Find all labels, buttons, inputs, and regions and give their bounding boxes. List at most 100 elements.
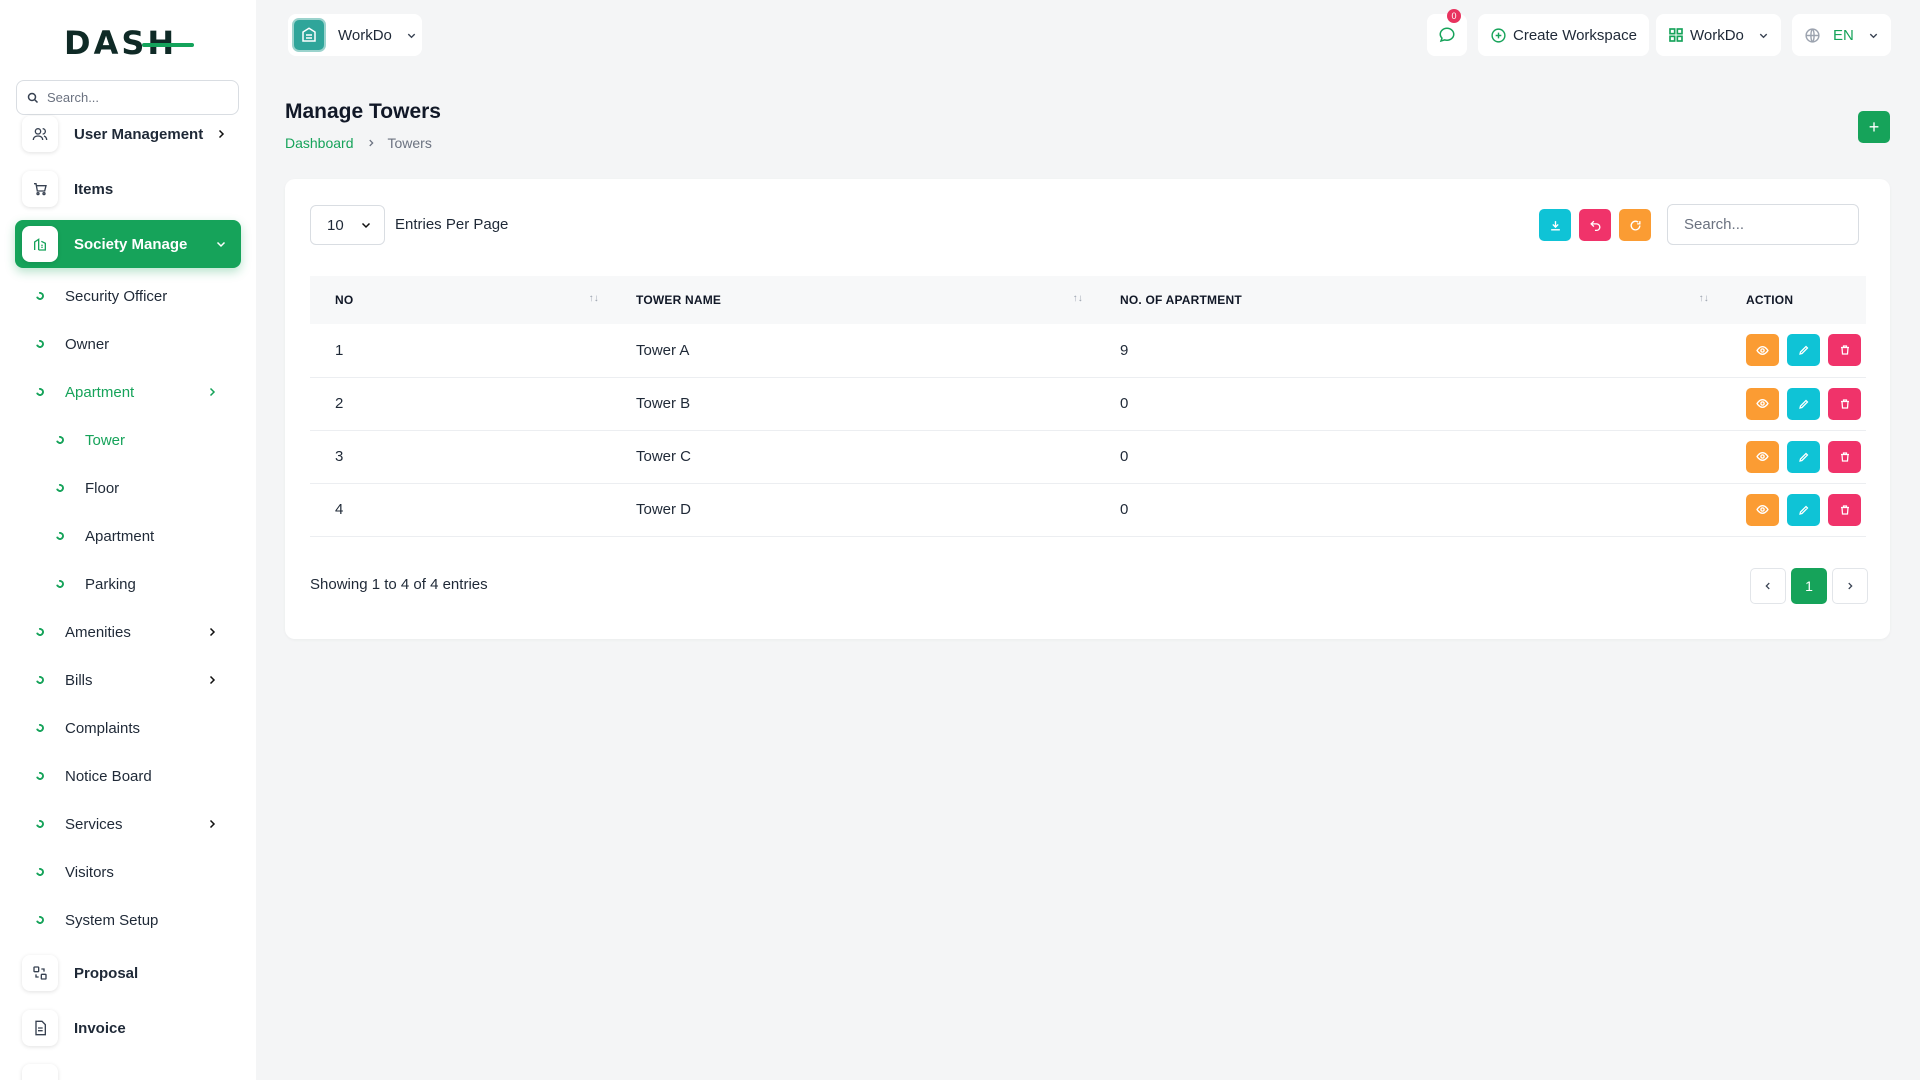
- cell-actions: [1721, 377, 1866, 430]
- column-header-tower-name[interactable]: TOWER NAME ↑↓: [611, 276, 1095, 324]
- chevron-right-icon: [209, 627, 216, 637]
- breadcrumb-current: Towers: [387, 135, 432, 151]
- delete-button[interactable]: [1828, 334, 1861, 367]
- sidebar-item-label: Society Manage: [74, 235, 188, 253]
- sidebar-item-complaints[interactable]: Complaints: [34, 713, 236, 743]
- sidebar-item-amenities[interactable]: Amenities: [34, 617, 236, 647]
- cell-tower-name: Tower A: [636, 341, 690, 359]
- pencil-icon: [1798, 345, 1808, 356]
- bullet-icon: [54, 530, 66, 542]
- bullet-icon: [54, 482, 66, 494]
- sidebar-item-label: Owner: [65, 335, 110, 353]
- sidebar-item-more[interactable]: [15, 1058, 241, 1080]
- edit-button[interactable]: [1787, 493, 1820, 526]
- page-button-current[interactable]: 1: [1791, 568, 1827, 604]
- delete-button[interactable]: [1828, 387, 1861, 420]
- next-page-button[interactable]: [1832, 568, 1868, 604]
- table-search-input[interactable]: [1684, 216, 1844, 233]
- chat-icon: [1439, 27, 1455, 43]
- delete-button[interactable]: [1828, 493, 1861, 526]
- sidebar-item-notice-board[interactable]: Notice Board: [34, 761, 236, 791]
- export-button[interactable]: [1539, 209, 1571, 241]
- sidebar-item-items[interactable]: Items: [15, 165, 241, 213]
- sidebar-item-invoice[interactable]: Invoice: [15, 1004, 241, 1052]
- refresh-button[interactable]: [1619, 209, 1651, 241]
- workspace-switcher[interactable]: WorkDo: [288, 14, 422, 56]
- language-selector[interactable]: EN: [1792, 14, 1891, 56]
- view-button[interactable]: [1746, 440, 1779, 473]
- trash-icon: [1840, 345, 1849, 355]
- sidebar-item-security-officer[interactable]: Security Officer: [34, 281, 236, 311]
- prev-page-button[interactable]: [1750, 568, 1786, 604]
- table-row: 1 Tower A 9: [310, 324, 1866, 377]
- edit-button[interactable]: [1787, 334, 1820, 367]
- edit-button[interactable]: [1787, 440, 1820, 473]
- sidebar-item-label: Services: [65, 815, 123, 833]
- delete-button[interactable]: [1828, 440, 1861, 473]
- sidebar-item-visitors[interactable]: Visitors: [34, 857, 236, 887]
- view-button[interactable]: [1746, 493, 1779, 526]
- view-button[interactable]: [1746, 334, 1779, 367]
- sidebar-item-floor[interactable]: Floor: [54, 473, 256, 503]
- table-row: 4 Tower D 0: [310, 483, 1866, 536]
- bullet-icon: [34, 386, 46, 398]
- bullet-icon: [54, 578, 66, 590]
- language-label: EN: [1833, 26, 1854, 44]
- sidebar-item-label: Apartment: [65, 383, 135, 401]
- entries-per-page-select[interactable]: 10: [310, 205, 385, 245]
- sidebar-item-system-setup[interactable]: System Setup: [34, 905, 236, 935]
- bullet-icon: [54, 434, 66, 446]
- chevron-left-icon: [1765, 582, 1770, 590]
- add-tower-button[interactable]: +: [1858, 111, 1890, 143]
- workspace-name: WorkDo: [338, 26, 392, 44]
- sidebar-item-owner[interactable]: Owner: [34, 329, 236, 359]
- sidebar: DASH User Management Items Society Ma: [0, 0, 256, 1080]
- sidebar-search-input[interactable]: [47, 90, 227, 105]
- app-logo[interactable]: DASH: [64, 24, 194, 62]
- towers-card: 10 Entries Per Page NO ↑↓ TOWER NAME ↑↓: [285, 179, 1890, 639]
- sidebar-item-services[interactable]: Services: [34, 809, 236, 839]
- column-header-apartments[interactable]: NO. OF APARTMENT ↑↓: [1095, 276, 1721, 324]
- table-search: [1667, 204, 1859, 245]
- pencil-icon: [1798, 452, 1808, 462]
- create-workspace-button[interactable]: Create Workspace: [1478, 14, 1649, 56]
- plus-circle-icon: [1491, 27, 1506, 43]
- users-icon: [22, 116, 58, 152]
- sidebar-item-parking[interactable]: Parking: [54, 569, 256, 599]
- sidebar-item-proposal[interactable]: Proposal: [15, 949, 241, 997]
- sidebar-item-apartment-group[interactable]: Apartment: [34, 377, 236, 407]
- sidebar-item-user-management[interactable]: User Management: [15, 110, 241, 158]
- apps-icon: [1669, 28, 1683, 42]
- view-button[interactable]: [1746, 387, 1779, 420]
- pagination-info: Showing 1 to 4 of 4 entries: [310, 576, 488, 593]
- column-header-no[interactable]: NO ↑↓: [310, 276, 611, 324]
- column-header-label: TOWER NAME: [636, 293, 722, 307]
- entries-per-page-label: Entries Per Page: [395, 216, 509, 233]
- trash-icon: [1840, 504, 1849, 515]
- cell-tower-name: Tower B: [636, 395, 691, 412]
- notifications-button[interactable]: 0: [1427, 9, 1467, 56]
- bullet-icon: [34, 338, 46, 350]
- workspace-menu-label: WorkDo: [1690, 26, 1744, 44]
- chevron-right-icon: [209, 675, 216, 685]
- sidebar-item-label: Parking: [85, 575, 136, 593]
- column-header-label: ACTION: [1746, 293, 1794, 307]
- breadcrumb-dashboard[interactable]: Dashboard: [285, 135, 354, 151]
- undo-button[interactable]: [1579, 209, 1611, 241]
- edit-button[interactable]: [1787, 387, 1820, 420]
- cell-no: 4: [335, 501, 344, 518]
- workspace-menu[interactable]: WorkDo: [1656, 14, 1781, 56]
- sidebar-item-apartment[interactable]: Apartment: [54, 521, 256, 551]
- chevron-right-icon: [209, 387, 216, 397]
- chevron-right-icon: [218, 129, 225, 139]
- sidebar-item-society-manage[interactable]: Society Manage: [15, 220, 241, 268]
- bullet-icon: [34, 290, 46, 302]
- sidebar-item-tower[interactable]: Tower: [54, 425, 256, 455]
- building-icon: [22, 226, 58, 262]
- refresh-icon: [1630, 220, 1641, 231]
- cell-tower-name: Tower D: [636, 501, 692, 518]
- sidebar-item-label: Invoice: [74, 1019, 126, 1037]
- trash-icon: [1840, 451, 1849, 462]
- sidebar-item-bills[interactable]: Bills: [34, 665, 236, 695]
- sidebar-item-label: System Setup: [65, 911, 159, 929]
